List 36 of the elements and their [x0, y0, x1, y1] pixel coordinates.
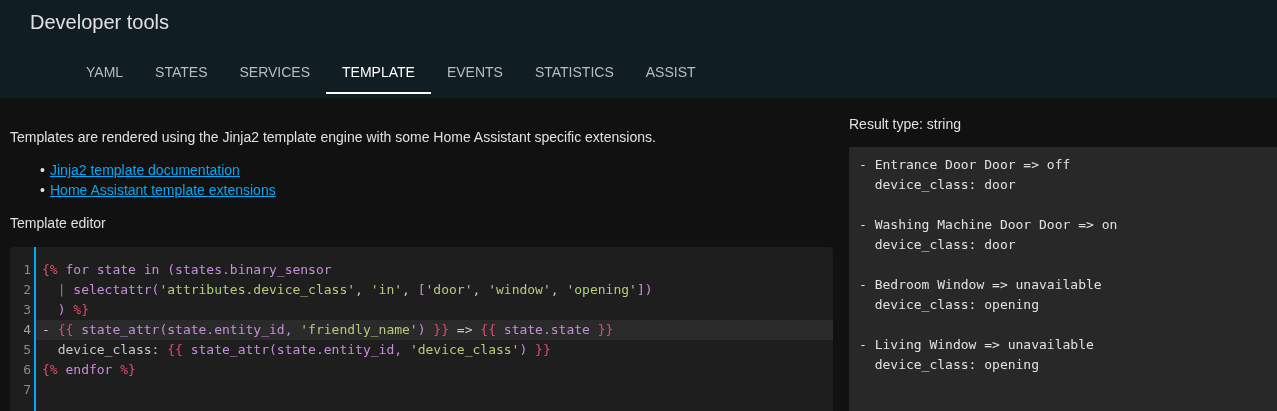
tab[interactable]: STATES: [139, 57, 224, 94]
line-number: 3: [22, 301, 32, 319]
bullet: •: [40, 181, 46, 200]
editor-line: {% for state in (states.binary_sensor: [41, 261, 333, 279]
editor-label: Template editor: [10, 214, 107, 232]
line-number: 2: [22, 281, 32, 299]
editor-line: device_class: {{ state_attr(state.entity_id, 'device_class') }}: [56, 341, 552, 359]
link[interactable]: Home Assistant template extensions: [50, 180, 276, 200]
line-number: 5: [22, 341, 32, 359]
tab[interactable]: ASSIST: [629, 57, 712, 94]
result-line: - Entrance Door Door => off: [859, 156, 1072, 174]
page-title: Developer tools: [29, 10, 170, 35]
editor-line: ) %}: [56, 301, 90, 319]
tab[interactable]: TEMPLATE: [326, 57, 431, 94]
intro-text: Templates are rendered using the Jinja2 template engine with some Home Assistant specific extensions.: [10, 128, 657, 146]
editor-line: {% endfor %}: [41, 361, 137, 379]
tab[interactable]: STATISTICS: [518, 57, 630, 94]
line-number: 6: [22, 361, 32, 379]
result-line: - Bedroom Window => unavailable: [859, 276, 1103, 294]
result-line: device_class: opening: [873, 356, 1040, 374]
tab[interactable]: EVENTS: [430, 57, 519, 94]
line-number: 1: [22, 261, 32, 279]
tab[interactable]: YAML: [70, 57, 140, 94]
result-line: - Washing Machine Door Door => on: [859, 216, 1119, 234]
code-editor[interactable]: [10, 247, 833, 411]
result-line: device_class: opening: [873, 296, 1040, 314]
result-line: device_class: door: [873, 236, 1017, 254]
editor-line: | selectattr('attributes.device_class', 'in', ['door', 'window', 'opening']): [56, 281, 654, 299]
result-type-label: Result type: string: [849, 115, 963, 133]
result-line: device_class: door: [873, 176, 1017, 194]
link[interactable]: Jinja2 template documentation: [50, 160, 240, 180]
line-number: 4: [22, 321, 32, 339]
tab[interactable]: SERVICES: [223, 57, 327, 94]
line-number: 7: [22, 381, 32, 399]
bullet: •: [40, 161, 46, 180]
result-line: - Living Window => unavailable: [859, 336, 1095, 354]
